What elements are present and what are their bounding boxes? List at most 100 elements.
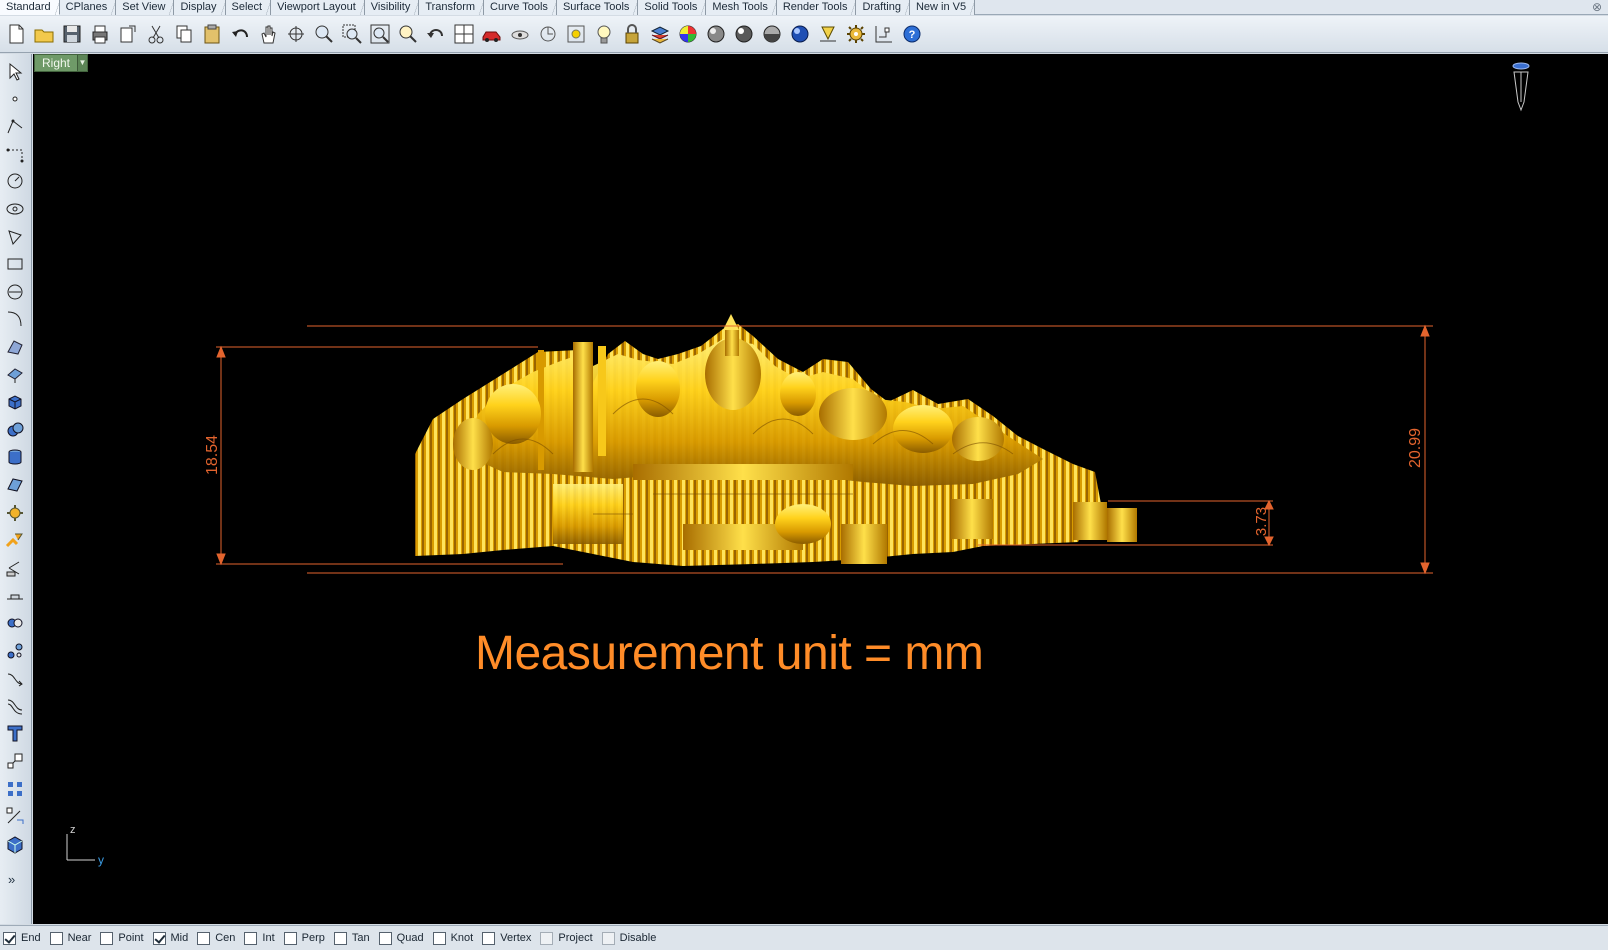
- rendered-sphere-icon[interactable]: [730, 20, 758, 48]
- select-arrow-icon[interactable]: [2, 58, 28, 84]
- paste-icon[interactable]: [198, 20, 226, 48]
- box-icon[interactable]: [2, 389, 28, 415]
- split-icon[interactable]: [2, 555, 28, 581]
- open-icon[interactable]: [30, 20, 58, 48]
- osnap-project-checkbox[interactable]: [540, 931, 554, 945]
- tab-standard[interactable]: Standard: [0, 0, 60, 15]
- osnap-quad[interactable]: Quad: [378, 931, 424, 945]
- tab-new-in-v5[interactable]: New in V5: [909, 0, 976, 15]
- polygon-icon[interactable]: [2, 224, 28, 250]
- edit-points-icon[interactable]: [2, 803, 28, 829]
- osnap-tan-checkbox[interactable]: [333, 931, 347, 945]
- osnap-int-checkbox[interactable]: [244, 931, 258, 945]
- circle-icon[interactable]: [2, 168, 28, 194]
- osnap-perp[interactable]: Perp: [283, 931, 325, 945]
- save-icon[interactable]: [58, 20, 86, 48]
- zoom-window-icon[interactable]: [338, 20, 366, 48]
- osnap-disable-checkbox[interactable]: [601, 931, 615, 945]
- solid-box-icon[interactable]: [2, 831, 28, 857]
- blue-sphere-icon[interactable]: [786, 20, 814, 48]
- boolean-icon[interactable]: [2, 527, 28, 553]
- tab-display[interactable]: Display: [174, 0, 226, 15]
- car-icon[interactable]: [478, 20, 506, 48]
- osnap-disable[interactable]: Disable: [601, 931, 656, 945]
- tab-cplanes[interactable]: CPlanes: [59, 0, 117, 15]
- gear-solid-icon[interactable]: [2, 500, 28, 526]
- ellipse-icon[interactable]: [2, 196, 28, 222]
- cut-icon[interactable]: [142, 20, 170, 48]
- zoom-extents-icon[interactable]: [366, 20, 394, 48]
- osnap-point[interactable]: Point: [100, 931, 144, 945]
- osnap-tan[interactable]: Tan: [333, 931, 370, 945]
- zoom-selected-icon[interactable]: [394, 20, 422, 48]
- glossy-sphere-icon[interactable]: [758, 20, 786, 48]
- blend-icon[interactable]: [2, 665, 28, 691]
- osnap-knot-checkbox[interactable]: [432, 931, 446, 945]
- osnap-end-checkbox[interactable]: [3, 931, 16, 945]
- copy-icon[interactable]: [170, 20, 198, 48]
- chevron-down-icon[interactable]: ▼: [77, 55, 87, 71]
- osnap-knot[interactable]: Knot: [432, 931, 473, 945]
- lights-icon[interactable]: [562, 20, 590, 48]
- hide-icon[interactable]: [506, 20, 534, 48]
- osnap-vertex-checkbox[interactable]: [482, 931, 496, 945]
- explode-icon[interactable]: [2, 638, 28, 664]
- grid-snap-icon[interactable]: [870, 20, 898, 48]
- tab-transform[interactable]: Transform: [419, 0, 485, 15]
- help-icon[interactable]: ?: [898, 20, 926, 48]
- fillet-curve-icon[interactable]: [2, 306, 28, 332]
- four-viewports-icon[interactable]: [450, 20, 478, 48]
- rotate-view-icon[interactable]: [282, 20, 310, 48]
- undo-icon[interactable]: [226, 20, 254, 48]
- osnap-int[interactable]: Int: [244, 931, 275, 945]
- plane-icon[interactable]: [2, 472, 28, 498]
- more-tools-icon[interactable]: »: [8, 872, 15, 887]
- tab-render-tools[interactable]: Render Tools: [776, 0, 857, 15]
- arc-icon[interactable]: [2, 279, 28, 305]
- polyline-icon[interactable]: [2, 113, 28, 139]
- shaded-sphere-icon[interactable]: [702, 20, 730, 48]
- osnap-vertex[interactable]: Vertex: [482, 931, 531, 945]
- osnap-end[interactable]: End: [3, 931, 41, 945]
- zoom-icon[interactable]: [310, 20, 338, 48]
- osnap-perp-checkbox[interactable]: [283, 931, 297, 945]
- array-icon[interactable]: [2, 776, 28, 802]
- osnap-mid-checkbox[interactable]: [152, 931, 166, 945]
- undo-view-icon[interactable]: [422, 20, 450, 48]
- osnap-near-checkbox[interactable]: [49, 931, 63, 945]
- show-icon[interactable]: [534, 20, 562, 48]
- layer-icon[interactable]: [646, 20, 674, 48]
- color-wheel-icon[interactable]: [674, 20, 702, 48]
- osnap-cen-checkbox[interactable]: [197, 931, 211, 945]
- text-icon[interactable]: [2, 720, 28, 746]
- tab-set-view[interactable]: Set View: [116, 0, 175, 15]
- trim-icon[interactable]: [2, 582, 28, 608]
- settings-gear-icon[interactable]: [842, 20, 870, 48]
- import-icon[interactable]: [114, 20, 142, 48]
- lock-icon[interactable]: [618, 20, 646, 48]
- tab-solid-tools[interactable]: Solid Tools: [638, 0, 707, 15]
- osnap-cen[interactable]: Cen: [197, 931, 235, 945]
- tab-select[interactable]: Select: [225, 0, 272, 15]
- tab-visibility[interactable]: Visibility: [364, 0, 420, 15]
- tab-surface-tools[interactable]: Surface Tools: [556, 0, 639, 15]
- extrude-icon[interactable]: [2, 362, 28, 388]
- sphere-icon[interactable]: [2, 417, 28, 443]
- curve-icon[interactable]: [2, 141, 28, 167]
- close-icon[interactable]: ⊗: [1592, 0, 1602, 14]
- osnap-project[interactable]: Project: [540, 931, 593, 945]
- print-icon[interactable]: [86, 20, 114, 48]
- point-icon[interactable]: [2, 86, 28, 112]
- dimension-icon[interactable]: [814, 20, 842, 48]
- surface-corner-icon[interactable]: [2, 334, 28, 360]
- tab-curve-tools[interactable]: Curve Tools: [484, 0, 557, 15]
- osnap-quad-checkbox[interactable]: [378, 931, 392, 945]
- pan-hand-icon[interactable]: [254, 20, 282, 48]
- osnap-near[interactable]: Near: [49, 931, 91, 945]
- osnap-point-checkbox[interactable]: [100, 931, 114, 945]
- scale-icon[interactable]: [2, 748, 28, 774]
- tab-viewport-layout[interactable]: Viewport Layout: [271, 0, 365, 15]
- light-bulb-icon[interactable]: [590, 20, 618, 48]
- viewport-title-button[interactable]: Right ▼: [34, 54, 88, 72]
- rectangle-icon[interactable]: [2, 251, 28, 277]
